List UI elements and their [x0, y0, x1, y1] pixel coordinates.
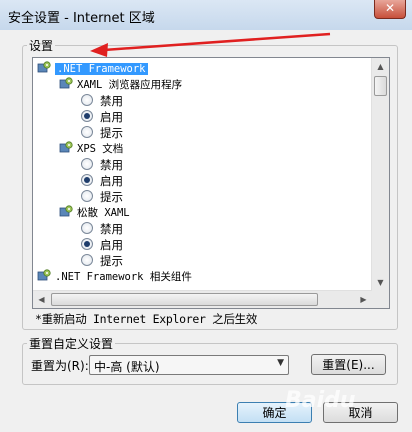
radio-button-icon[interactable] [81, 126, 93, 138]
settings-gear-icon [37, 269, 51, 282]
tree-subcategory[interactable]: XAML 浏览器应用程序 [59, 77, 182, 93]
tree-option[interactable]: 提示 [81, 253, 123, 269]
radio-button-icon[interactable] [81, 190, 93, 202]
tree-item-label: 启用 [100, 174, 123, 188]
tree-item-label: 禁用 [100, 94, 123, 108]
tree-item-label: 禁用 [100, 158, 123, 172]
reset-to-label: 重置为(R): [31, 359, 89, 373]
watermark: Baidu [285, 388, 356, 413]
settings-gear-icon [59, 205, 73, 218]
radio-button-icon[interactable] [81, 254, 93, 266]
radio-button-icon[interactable] [81, 110, 93, 122]
tree-subcategory[interactable]: XPS 文档 [59, 141, 123, 157]
scroll-up-icon[interactable]: ▲ [372, 58, 389, 75]
radio-button-icon[interactable] [81, 94, 93, 106]
chevron-down-icon: ▼ [277, 358, 284, 368]
tree-option[interactable]: 提示 [81, 189, 123, 205]
scroll-left-icon[interactable]: ◀ [33, 291, 50, 308]
scroll-right-icon[interactable]: ▶ [355, 291, 372, 308]
reset-level-select[interactable]: 中-高 (默认) ▼ [89, 355, 289, 375]
tree-item-label: 松散 XAML [77, 207, 130, 219]
tree-item-label: 提示 [100, 126, 123, 140]
tree-item-label: 提示 [100, 254, 123, 268]
radio-button-icon[interactable] [81, 174, 93, 186]
settings-gear-icon [59, 77, 73, 90]
tree-option[interactable]: 启用 [81, 173, 123, 189]
scrollbar-corner [372, 291, 389, 308]
reset-button[interactable]: 重置(E)... [311, 354, 386, 375]
vertical-scroll-thumb[interactable] [374, 76, 387, 96]
tree-item-label: 提示 [100, 190, 123, 204]
tree-item-label: XPS 文档 [77, 143, 124, 155]
tree-subcategory[interactable]: 松散 XAML [59, 205, 130, 221]
settings-tree[interactable]: .NET Framework XAML 浏览器应用程序 禁用 启用 提示 XPS 文档 禁用… [32, 57, 390, 309]
tree-item-label: 禁用 [100, 222, 123, 236]
tree-option[interactable]: 启用 [81, 237, 123, 253]
tree-item-label: 启用 [100, 110, 123, 124]
settings-gear-icon [37, 61, 51, 74]
vertical-scrollbar[interactable]: ▲ ▼ [371, 58, 389, 291]
tree-item-label: .NET Framework [55, 63, 148, 75]
close-button[interactable]: ✕ [374, 0, 406, 19]
tree-item-label: XAML 浏览器应用程序 [77, 79, 183, 91]
horizontal-scrollbar[interactable]: ◀ ▶ [33, 290, 372, 308]
tree-category[interactable]: .NET Framework [37, 61, 148, 77]
tree-option[interactable]: 启用 [81, 109, 123, 125]
window-title: 安全设置 - Internet 区域 [8, 11, 155, 26]
horizontal-scroll-thumb[interactable] [51, 293, 318, 306]
settings-group-label: 设置 [27, 37, 56, 54]
radio-button-icon[interactable] [81, 158, 93, 170]
settings-gear-icon [59, 141, 73, 154]
reset-level-value: 中-高 (默认) [94, 360, 160, 374]
tree-item-label: 启用 [100, 238, 123, 252]
security-settings-dialog: 安全设置 - Internet 区域 ✕ 设置 .NET Framework XA… [0, 0, 412, 432]
restart-note: *重新启动 Internet Explorer 之后生效 [35, 312, 258, 326]
tree-option[interactable]: 提示 [81, 125, 123, 141]
tree-option[interactable]: 禁用 [81, 93, 123, 109]
reset-group-label: 重置自定义设置 [27, 335, 116, 352]
tree-item-label: .NET Framework 相关组件 [55, 271, 192, 283]
title-bar: 安全设置 - Internet 区域 ✕ [0, 0, 412, 30]
radio-button-icon[interactable] [81, 222, 93, 234]
tree-option[interactable]: 禁用 [81, 221, 123, 237]
scroll-down-icon[interactable]: ▼ [372, 274, 389, 291]
tree-category[interactable]: .NET Framework 相关组件 [37, 269, 192, 285]
tree-option[interactable]: 禁用 [81, 157, 123, 173]
radio-button-icon[interactable] [81, 238, 93, 250]
